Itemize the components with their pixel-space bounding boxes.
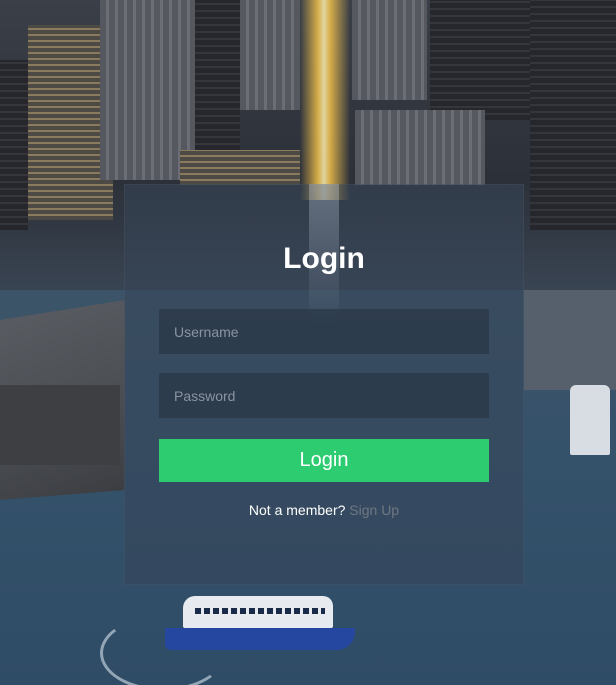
login-title: Login <box>283 242 365 275</box>
ferry-boat <box>165 592 355 650</box>
docked-boat <box>570 385 610 455</box>
password-input[interactable] <box>159 373 489 418</box>
pier-building <box>0 385 120 465</box>
login-button[interactable]: Login <box>159 439 489 482</box>
signup-prompt: Not a member? Sign Up <box>124 502 524 518</box>
not-member-text: Not a member? <box>248 502 346 518</box>
login-panel: Login Login Not a member? Sign Up <box>124 184 524 585</box>
signup-link[interactable]: Sign Up <box>349 502 399 518</box>
right-pier <box>524 290 616 390</box>
lit-street <box>300 0 350 200</box>
username-input[interactable] <box>159 309 489 354</box>
